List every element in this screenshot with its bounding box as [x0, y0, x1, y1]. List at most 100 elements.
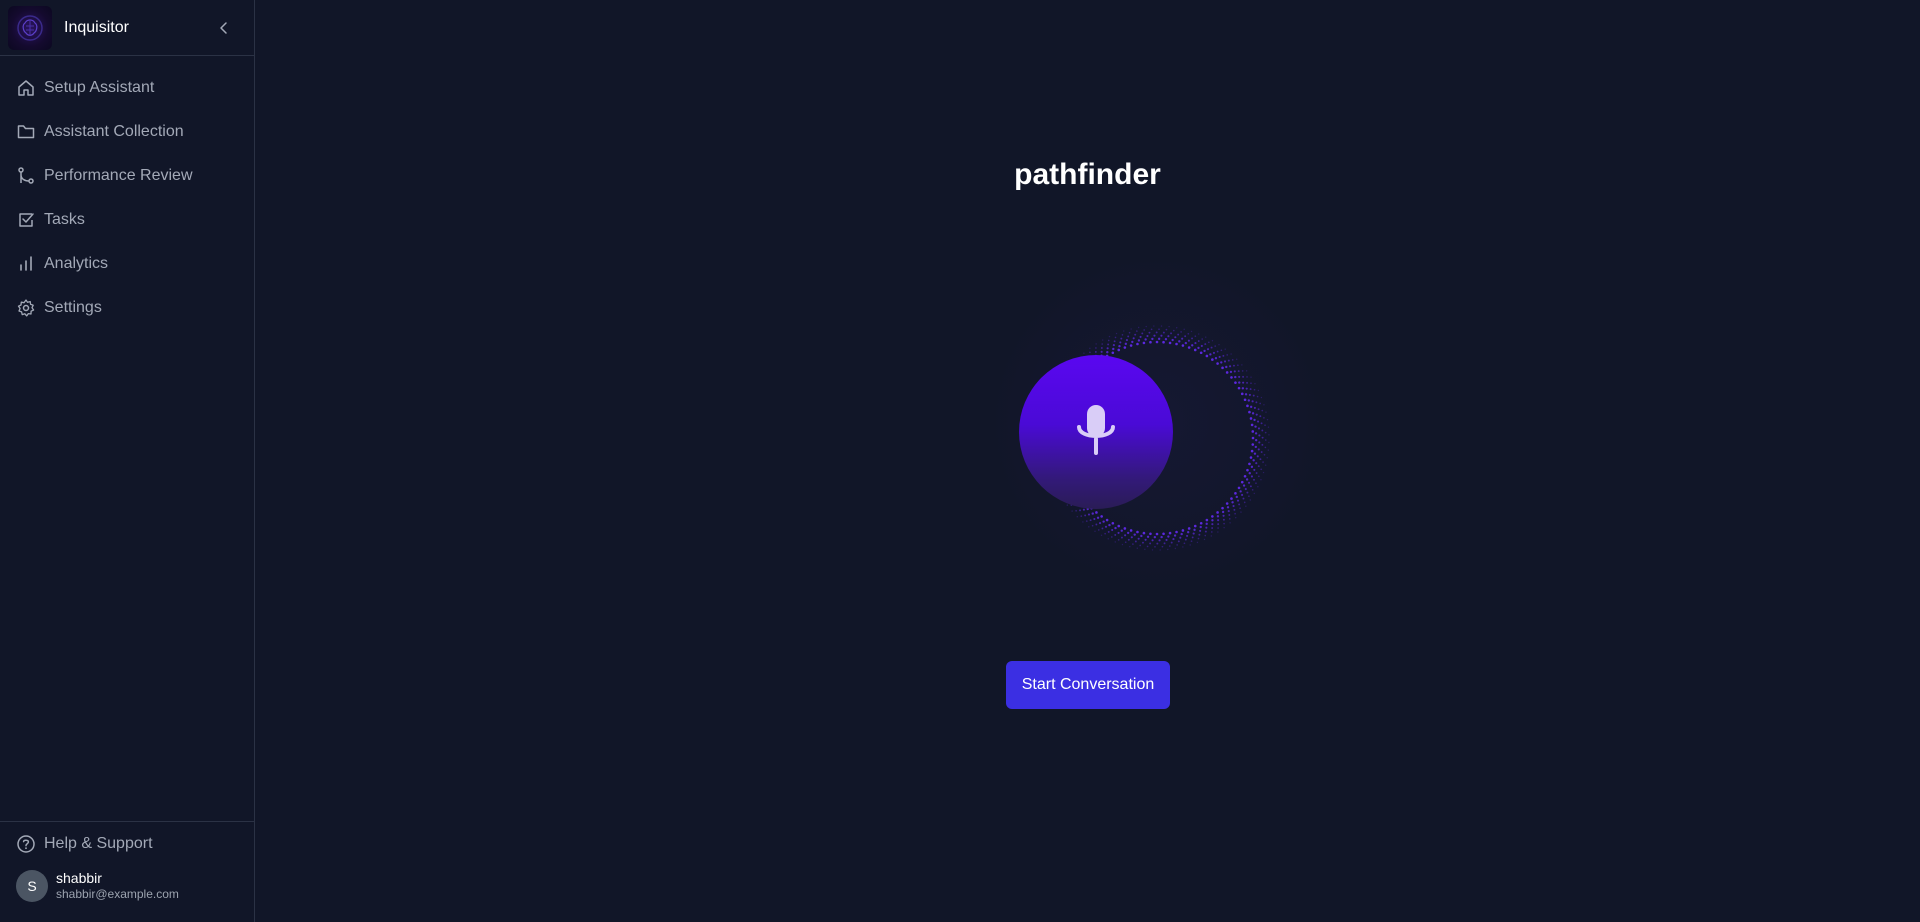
visualizer-dot — [1257, 486, 1259, 488]
visualizer-dot — [1151, 539, 1154, 542]
sidebar-item-help-support[interactable]: Help & Support — [0, 822, 254, 866]
visualizer-dot — [1110, 536, 1113, 538]
visualizer-dot — [1143, 329, 1145, 331]
visualizer-dot — [1100, 534, 1103, 536]
visualizer-dot — [1234, 492, 1237, 495]
chevron-left-icon[interactable] — [210, 14, 238, 42]
visualizer-dot — [1222, 514, 1225, 517]
user-profile[interactable]: S shabbir shabbir@example.com — [0, 866, 254, 906]
visualizer-dot — [1139, 544, 1142, 547]
visualizer-dot — [1266, 457, 1268, 459]
page-title: pathfinder — [1014, 158, 1161, 191]
visualizer-dot — [1236, 499, 1240, 502]
visualizer-dot — [1184, 335, 1187, 338]
visualizer-dot — [1257, 389, 1260, 392]
sidebar-item-label: Settings — [44, 299, 102, 316]
visualizer-dot — [1100, 350, 1103, 353]
visualizer-dot — [1227, 359, 1230, 362]
visualizer-dot — [1225, 502, 1229, 505]
visualizer-dot — [1155, 532, 1159, 536]
visualizer-dot — [1105, 518, 1109, 522]
start-conversation-button[interactable]: Start Conversation — [1006, 661, 1170, 709]
sidebar-item-analytics[interactable]: Analytics — [0, 242, 254, 286]
visualizer-dot — [1251, 430, 1255, 433]
visualizer-dot — [1260, 422, 1263, 425]
visualizer-dot — [1183, 542, 1186, 545]
user-email: shabbir@example.com — [56, 887, 179, 902]
sidebar-item-setup-assistant[interactable]: Setup Assistant — [0, 66, 254, 110]
visualizer-dot — [1174, 547, 1177, 550]
visualizer-dot — [1144, 548, 1146, 551]
visualizer-dot — [1197, 340, 1200, 342]
visualizer-dot — [1111, 351, 1115, 355]
visualizer-dot — [1259, 458, 1262, 461]
visualizer-dot — [1263, 404, 1265, 406]
visualizer-dot — [1251, 400, 1254, 403]
sidebar-item-assistant-collection[interactable]: Assistant Collection — [0, 110, 254, 154]
visualizer-dot — [1145, 325, 1147, 328]
visualizer-dot — [1230, 497, 1233, 500]
visualizer-dot — [1181, 337, 1184, 340]
visualizer-dot — [1089, 351, 1091, 354]
visualizer-dot — [1100, 347, 1103, 349]
visualizer-dot — [1214, 345, 1217, 347]
visualizer-dot — [1222, 354, 1225, 357]
visualizer-dot — [1244, 487, 1247, 491]
visualizer-dot — [1174, 336, 1177, 339]
visualizer-dot — [1208, 341, 1210, 344]
visualizer-dot — [1203, 349, 1206, 353]
visualizer-dot — [1165, 328, 1168, 331]
visualizer-dot — [1184, 538, 1187, 541]
visualizer-dot — [1091, 524, 1094, 527]
visualizer-dot — [1187, 530, 1190, 534]
visualizer-dot — [1240, 480, 1244, 484]
visualizer-dot — [1268, 441, 1270, 444]
sidebar-item-tasks[interactable]: Tasks — [0, 198, 254, 242]
visualizer-dot — [1248, 410, 1251, 414]
visualizer-dot — [1260, 479, 1262, 481]
visualizer-dot — [1224, 348, 1226, 350]
microphone-button[interactable] — [1019, 355, 1173, 509]
visualizer-dot — [1256, 395, 1259, 398]
visualizer-dot — [1217, 523, 1220, 526]
visualizer-dot — [1189, 544, 1191, 546]
visualizer-dot — [1117, 348, 1121, 352]
visualizer-dot — [1171, 338, 1174, 342]
visualizer-dot — [1149, 340, 1152, 344]
visualizer-dot — [1175, 530, 1178, 534]
sidebar-item-performance-review[interactable]: Performance Review — [0, 154, 254, 198]
visualizer-dot — [1250, 475, 1253, 478]
bar-chart-icon — [16, 254, 36, 274]
visualizer-dot — [1253, 478, 1255, 481]
visualizer-dot — [1222, 518, 1225, 521]
visualizer-dot — [1250, 382, 1252, 385]
visualizer-dot — [1240, 392, 1244, 396]
visualizer-dot — [1246, 468, 1249, 472]
visualizer-dot — [1094, 350, 1097, 353]
visualizer-dot — [1130, 328, 1132, 330]
visualizer-dot — [1221, 510, 1225, 514]
visualizer-dot — [1177, 540, 1180, 543]
visualizer-dot — [1162, 340, 1165, 344]
git-branch-icon — [16, 166, 36, 186]
visualizer-dot — [1246, 404, 1249, 408]
visualizer-dot — [1194, 335, 1197, 337]
sidebar-item-settings[interactable]: Settings — [0, 286, 254, 330]
visualizer-dot — [1254, 383, 1256, 385]
visualizer-dot — [1231, 501, 1234, 504]
visualizer-dot — [1178, 340, 1181, 343]
visualizer-dot — [1252, 459, 1255, 462]
visualizer-dot — [1071, 510, 1073, 512]
visualizer-dot — [1144, 338, 1147, 341]
visualizer-dot — [1156, 542, 1159, 545]
visualizer-dot — [1248, 495, 1250, 498]
visualizer-dot — [1225, 365, 1228, 369]
visualizer-dot — [1249, 388, 1252, 391]
visualizer-dot — [1248, 393, 1251, 396]
help-circle-icon — [16, 834, 36, 854]
visualizer-dot — [1198, 333, 1200, 335]
visualizer-dot — [1237, 486, 1241, 490]
visualizer-dot — [1255, 462, 1258, 465]
visualizer-dot — [1200, 344, 1203, 347]
visualizer-dot — [1170, 332, 1172, 335]
